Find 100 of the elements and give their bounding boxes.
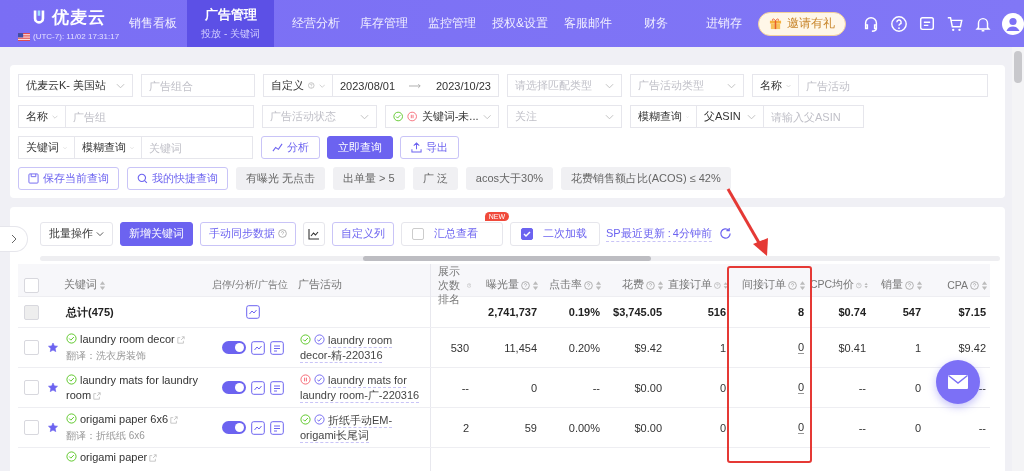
sort-icon[interactable] (799, 279, 806, 291)
reload-checkbox[interactable]: 二次加载 (510, 221, 600, 246)
sort-icon[interactable] (722, 279, 728, 291)
star-icon[interactable] (48, 341, 58, 354)
trend-icon[interactable] (246, 305, 260, 319)
external-link-icon[interactable] (149, 454, 158, 462)
campaign-link[interactable]: laundry room decor-精-220316 (300, 332, 426, 363)
save-query-button[interactable]: 保存当前查询 (18, 167, 119, 190)
bulk-action-dropdown[interactable]: 批量操作 (40, 221, 113, 246)
nav-tab[interactable]: 销售看板 (119, 0, 188, 47)
shortcut-query-button[interactable]: 我的快捷查询 (127, 167, 228, 190)
trend-icon[interactable] (251, 340, 265, 355)
checkbox[interactable] (412, 227, 424, 240)
custom-columns-button[interactable]: 自定义列 (332, 221, 394, 246)
input-field[interactable]: 广告组合 (141, 74, 255, 97)
column-header[interactable]: 启停/分析/广告位 (210, 264, 296, 307)
select-field[interactable]: 关键词 (18, 136, 75, 159)
column-header[interactable]: 关键词 (62, 264, 210, 307)
message-icon[interactable] (918, 14, 937, 33)
column-header[interactable]: CPA (925, 264, 990, 307)
external-link-icon[interactable] (170, 416, 179, 425)
filter-tag[interactable]: 有曝光 无点击 (236, 167, 326, 190)
invite-button[interactable]: 邀请有礼 (758, 11, 847, 36)
star-icon[interactable] (48, 421, 58, 434)
list-icon[interactable] (270, 340, 284, 355)
toggle-switch[interactable] (222, 381, 246, 394)
cart-icon[interactable] (946, 14, 965, 33)
horizontal-scrollbar[interactable] (40, 256, 1000, 261)
sort-icon[interactable] (595, 279, 602, 291)
column-header[interactable]: 曝光量 (473, 264, 541, 307)
column-header[interactable]: 间接订单 (730, 264, 808, 307)
refresh-icon[interactable] (718, 227, 732, 240)
keyword-link[interactable]: laundry mats for laundry room (66, 373, 206, 402)
table-cell: $7.15 (958, 306, 986, 318)
nav-tab[interactable]: 财务 (622, 0, 691, 47)
select-field[interactable]: 模糊查询 (630, 105, 697, 128)
avatar-icon[interactable] (1002, 12, 1024, 35)
select-field[interactable]: 模糊查询 (74, 136, 142, 159)
help-icon[interactable] (890, 14, 909, 33)
sort-icon[interactable] (657, 279, 664, 291)
column-header[interactable]: 广告活动 (296, 264, 431, 307)
column-header[interactable]: 销量 (870, 264, 925, 307)
sort-icon[interactable] (532, 279, 539, 291)
trend-icon[interactable] (251, 380, 265, 395)
select-field[interactable]: 关键词-未... (385, 105, 499, 128)
nav-tab[interactable]: 授权&设置 (486, 0, 555, 47)
select-field[interactable]: 名称 (752, 74, 799, 97)
star-icon[interactable] (48, 381, 58, 394)
table-cell: $0.41 (838, 341, 866, 354)
filter-tag[interactable]: acos大于30% (465, 167, 554, 190)
external-link-icon[interactable] (93, 391, 102, 400)
chart-button[interactable] (303, 221, 325, 246)
toggle-switch[interactable] (222, 421, 246, 434)
sync-data-button[interactable]: 手动同步数据 (200, 221, 296, 246)
select-field[interactable]: 优麦云K- 美国站 (18, 74, 133, 97)
toggle-switch[interactable] (222, 341, 246, 354)
table-cell: 0.00% (568, 421, 600, 434)
nav-tab[interactable]: 客服邮件 (554, 0, 623, 47)
filter-tag[interactable]: 花费销售额占比(ACOS) ≤ 42% (561, 167, 731, 190)
column-header[interactable]: 花费 (604, 264, 666, 307)
sort-icon[interactable] (99, 279, 106, 291)
vertical-scrollbar[interactable] (1012, 47, 1024, 471)
select-field[interactable]: 父ASIN (696, 105, 764, 128)
help-icon (308, 81, 315, 90)
export-button[interactable]: 导出 (400, 136, 459, 159)
column-header[interactable]: 直接订单 (666, 264, 730, 307)
campaign-link[interactable]: laundry mats for laundry room-广-220316 (300, 372, 426, 403)
keyword-link[interactable]: origami paper 6x6 (66, 412, 182, 427)
list-icon[interactable] (270, 380, 284, 395)
nav-tab[interactable]: 广告管理 投放 - 关键词 (187, 0, 275, 47)
filter-tag[interactable]: 广 泛 (412, 167, 458, 190)
sort-icon[interactable] (981, 279, 988, 291)
filter-tag[interactable]: 出单量 > 5 (333, 167, 405, 190)
query-button[interactable]: 立即查询 (327, 136, 393, 159)
keyword-link[interactable]: laundry room decor (66, 332, 188, 347)
checkbox[interactable] (521, 227, 533, 240)
target-icon (314, 333, 325, 345)
add-keyword-button[interactable]: 新增关键词 (120, 221, 193, 246)
upload-icon (411, 142, 422, 153)
date-range-field[interactable]: 2023/08/01 2023/10/23 (332, 74, 499, 97)
nav-tab[interactable]: 库存管理 (350, 0, 419, 47)
column-header[interactable]: 点击率 (541, 264, 604, 307)
input-field[interactable]: 广告组 (65, 105, 254, 128)
analyze-button[interactable]: 分析 (261, 136, 320, 159)
select-field[interactable]: 自定义 (263, 74, 333, 97)
nav-tab[interactable]: 经营分析 (282, 0, 351, 47)
keyword-link[interactable]: origami paper (66, 450, 161, 465)
nav-tab[interactable]: 进销存 (690, 0, 759, 47)
summary-view-checkbox[interactable]: 汇总查看 (401, 221, 503, 246)
table-cell: 8 (797, 306, 804, 318)
campaign-link[interactable]: 折纸手动EM-origami长尾词 (300, 412, 426, 443)
list-icon[interactable] (270, 420, 284, 435)
trend-icon[interactable] (251, 420, 265, 435)
update-label: SP最近更新 : (606, 225, 671, 242)
external-link-icon[interactable] (176, 336, 185, 345)
sort-icon[interactable] (916, 279, 923, 291)
select-field[interactable]: 名称 (18, 105, 66, 128)
nav-tab[interactable]: 监控管理 (418, 0, 487, 47)
check-circle-icon (66, 413, 77, 425)
column-header[interactable]: 展示次数排名 (431, 264, 473, 307)
